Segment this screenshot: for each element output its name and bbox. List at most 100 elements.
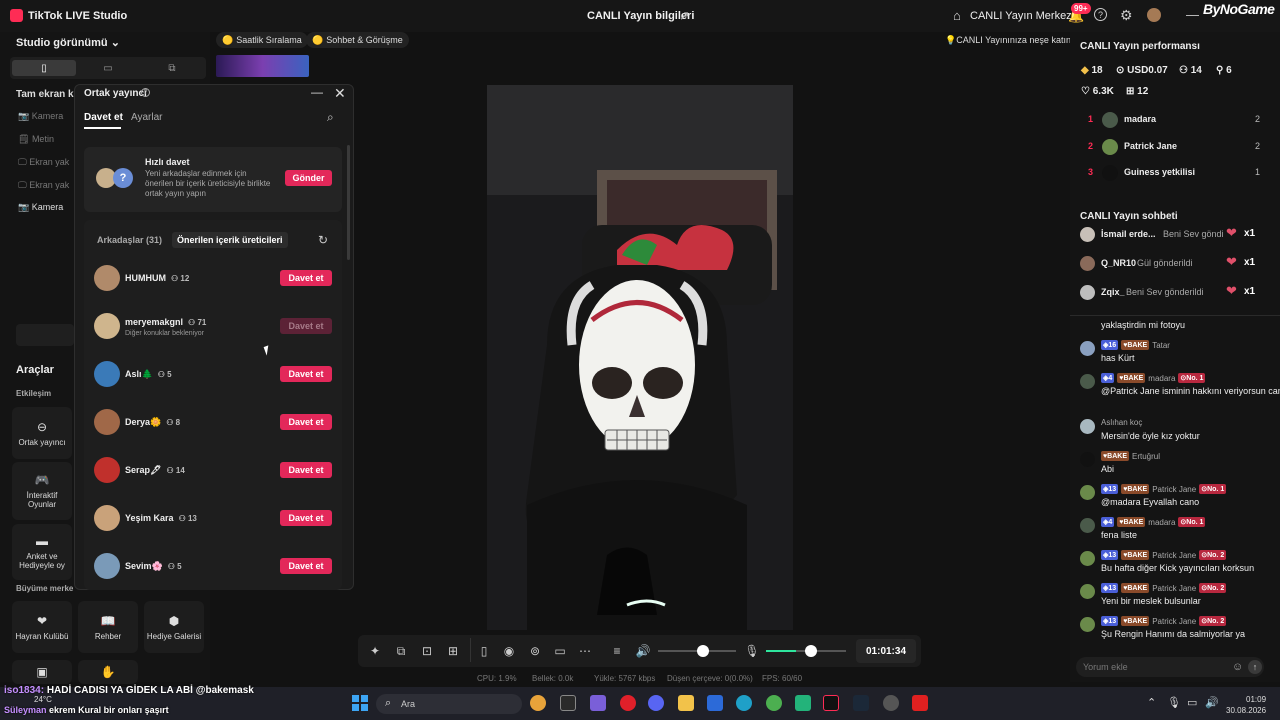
tiktok-studio-icon[interactable] — [823, 695, 839, 711]
add-scene-icon[interactable]: ⊞ — [446, 644, 460, 658]
invite-button[interactable]: Davet et — [280, 462, 332, 478]
source-screen-2[interactable]: 🖵 Ekran yak — [18, 180, 69, 191]
chat-meeting-pill[interactable]: 🟡 Sohbet & Görüşme — [306, 32, 409, 48]
volume-slider-knob[interactable] — [697, 645, 709, 657]
tray-volume-icon[interactable]: 🔊 — [1205, 696, 1219, 709]
invite-button[interactable]: Davet et — [280, 510, 332, 526]
hourly-ranking-pill[interactable]: 🟡 Saatlik Sıralama — [216, 32, 308, 48]
scrollbar[interactable] — [347, 145, 350, 260]
fan-club-tile[interactable]: ❤ Hayran Kulübü — [12, 601, 72, 653]
source-camera-active[interactable]: 📷 Kamera — [18, 202, 63, 213]
cohost-tile[interactable]: ⊖ Ortak yayıncı — [12, 407, 72, 459]
info-icon[interactable]: ? — [141, 88, 150, 97]
source-text[interactable]: 🗒 Metin — [18, 134, 54, 145]
chat-username[interactable]: madara — [1148, 518, 1175, 527]
chat-username[interactable]: Tatar — [1152, 341, 1170, 350]
level-badge: ◈ 13 — [1101, 550, 1119, 560]
source-camera[interactable]: 📷 Kamera — [18, 111, 63, 122]
search-icon[interactable]: ⌕ — [327, 110, 334, 125]
invite-button[interactable]: Davet et — [280, 318, 332, 334]
tab-invite[interactable]: Davet et — [84, 112, 123, 123]
invite-button[interactable]: Davet et — [280, 558, 332, 574]
settings-sliders-icon[interactable]: ≡ — [610, 644, 624, 658]
store-icon[interactable] — [707, 695, 723, 711]
edge-icon[interactable] — [736, 695, 752, 711]
chrome-2-icon[interactable] — [766, 695, 782, 711]
chat-username[interactable]: Patrick Jane — [1152, 551, 1196, 560]
ranking-row[interactable]: 3 Guiness yetkilisi 1 — [1078, 163, 1264, 183]
screenshot-icon[interactable]: ⊡ — [420, 644, 434, 658]
source-screen-1[interactable]: 🖵 Ekran yak — [18, 157, 69, 168]
chat-username[interactable]: Patrick Jane — [1152, 617, 1196, 626]
magic-wand-icon[interactable]: ✦ — [368, 644, 382, 658]
dual-view-icon[interactable]: ⧉ — [140, 60, 204, 76]
more-icon[interactable]: ⋯ — [578, 644, 592, 658]
chat-username[interactable]: Patrick Jane — [1152, 485, 1196, 494]
chat-username[interactable]: Patrick Jane — [1152, 584, 1196, 593]
discord-icon[interactable] — [648, 695, 664, 711]
weather-widget[interactable]: 24°C — [34, 695, 52, 704]
taskbar-clock[interactable]: 01:09 30.08.2026 — [1226, 694, 1266, 716]
mic-slider-knob[interactable] — [805, 645, 817, 657]
share-icon[interactable]: ↗ — [679, 8, 690, 24]
tab-suggested-creators[interactable]: Önerilen içerik üreticileri — [172, 232, 288, 248]
taskbar-search[interactable] — [376, 694, 522, 714]
guide-tile[interactable]: 📖 Rehber — [78, 601, 138, 653]
invite-button[interactable]: Davet et — [280, 366, 332, 382]
more-tile-1[interactable]: ▣ — [12, 660, 72, 684]
refresh-icon[interactable]: ↻ — [318, 233, 328, 247]
more-tile-2[interactable]: ✋ — [78, 660, 138, 684]
gift-gallery-tile[interactable]: ⬢ Hediye Galerisi — [144, 601, 204, 653]
obs-icon[interactable] — [883, 695, 899, 711]
record-icon[interactable]: ◉ — [502, 644, 516, 658]
invite-button[interactable]: Davet et — [280, 270, 332, 286]
tip-text[interactable]: 💡CANLI Yayınınıza neşe katın — [945, 35, 1071, 46]
chat-username[interactable]: Aslıhan koç — [1101, 418, 1142, 427]
poll-tile[interactable]: ▬ Anket ve Hediyeyle oy — [12, 524, 72, 580]
task-view-icon[interactable] — [560, 695, 576, 711]
chrome-icon[interactable] — [530, 695, 546, 711]
microphone-icon[interactable]: 🎙 — [744, 644, 759, 658]
tab-friends[interactable]: Arkadaşlar (31) — [97, 235, 162, 245]
live-center-link[interactable]: CANLI Yayın Merkezi — [970, 10, 1074, 22]
home-icon[interactable]: ⌂ — [953, 8, 961, 23]
profile-avatar[interactable] — [1147, 8, 1161, 22]
invite-button[interactable]: Davet et — [280, 414, 332, 430]
studio-view-dropdown[interactable]: Studio görünümü ⌄ — [16, 36, 120, 49]
file-explorer-icon[interactable] — [678, 695, 694, 711]
teams-icon[interactable] — [590, 695, 606, 711]
mic-slider[interactable] — [796, 650, 846, 652]
tray-display-icon[interactable]: ▭ — [1187, 696, 1197, 709]
chat-username[interactable]: Ertuğrul — [1132, 452, 1160, 461]
add-source-button[interactable] — [16, 324, 74, 346]
camera-switch-icon[interactable]: ⊚ — [528, 644, 542, 658]
portrait-view-icon[interactable]: ▯ — [12, 60, 76, 76]
windows-start-icon[interactable] — [352, 695, 368, 711]
speaker-icon[interactable]: 🔊 — [636, 644, 651, 658]
ranking-row[interactable]: 1 madara 2 — [1078, 110, 1264, 130]
app-icon[interactable] — [795, 695, 811, 711]
emoji-icon[interactable]: ☺ — [1232, 661, 1243, 673]
ranking-row[interactable]: 2 Patrick Jane 2 — [1078, 137, 1264, 157]
tray-mic-icon[interactable]: 🎙 — [1167, 696, 1181, 709]
interactive-games-tile[interactable]: 🎮 İnteraktif Oyunlar — [12, 462, 72, 520]
steam-icon[interactable] — [853, 695, 869, 711]
gift-count: x1 — [1244, 257, 1256, 268]
youtube-icon[interactable] — [912, 695, 928, 711]
gear-icon[interactable]: ⚙ — [1120, 7, 1133, 24]
chat-username[interactable]: madara — [1148, 374, 1175, 383]
tray-chevron-icon[interactable]: ⌃ — [1147, 696, 1156, 709]
landscape-view-icon[interactable]: ▭ — [76, 60, 140, 76]
video-icon[interactable]: ▭ — [553, 644, 567, 658]
opera-icon[interactable] — [620, 695, 636, 711]
minimize-icon[interactable]: — — [1186, 7, 1199, 22]
send-button[interactable]: Gönder — [285, 170, 332, 186]
event-banner-thumbnail[interactable] — [216, 55, 309, 77]
minimize-modal-icon[interactable]: — — [311, 85, 323, 99]
tab-settings[interactable]: Ayarlar — [131, 112, 163, 123]
send-arrow-icon[interactable]: ↑ — [1248, 660, 1262, 674]
help-icon[interactable]: ? — [1094, 8, 1107, 21]
layout-icon[interactable]: ⧉ — [394, 644, 408, 658]
close-icon[interactable]: ✕ — [334, 85, 346, 102]
phone-icon[interactable]: ▯ — [477, 644, 491, 658]
